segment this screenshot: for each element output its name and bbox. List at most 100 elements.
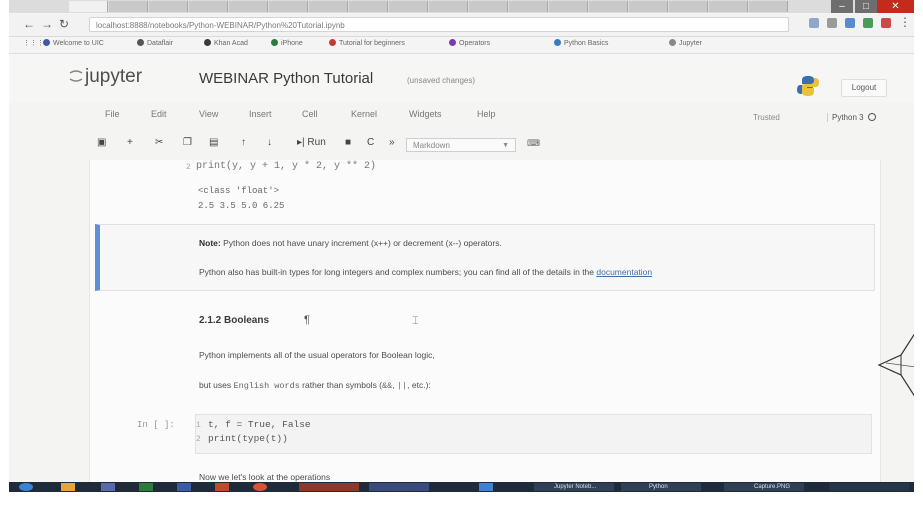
restart-run-all-icon[interactable]: » bbox=[389, 137, 395, 148]
prev-code-line[interactable]: print(y, y + 1, y * 2, y ** 2) bbox=[196, 161, 376, 172]
booleans-heading: 2.1.2 Booleans bbox=[199, 315, 270, 326]
word-icon[interactable] bbox=[177, 483, 191, 491]
move-up-icon[interactable]: ↑ bbox=[241, 137, 246, 148]
explorer-icon[interactable] bbox=[61, 483, 75, 491]
browser-tab[interactable] bbox=[709, 1, 748, 12]
browser-tab[interactable] bbox=[429, 1, 468, 12]
save-icon[interactable]: ▣ bbox=[97, 137, 106, 148]
bottom-margin bbox=[0, 492, 923, 506]
documentation-link[interactable]: documentation bbox=[596, 267, 652, 277]
browser-tab[interactable] bbox=[509, 1, 548, 12]
menu-widgets[interactable]: Widgets bbox=[409, 109, 442, 119]
url-input[interactable]: localhost:8888/notebooks/Python-WEBINAR/… bbox=[89, 17, 789, 32]
minimize-window-button[interactable]: – bbox=[831, 0, 853, 13]
add-cell-icon[interactable]: + bbox=[127, 137, 133, 148]
trusted-indicator[interactable]: Trusted bbox=[753, 113, 780, 122]
powerpoint-icon[interactable] bbox=[215, 483, 229, 491]
taskbar-window[interactable] bbox=[299, 483, 359, 491]
code-line[interactable]: t, f = True, False bbox=[208, 419, 311, 430]
reload-icon[interactable]: ↻ bbox=[59, 17, 69, 31]
menu-edit[interactable]: Edit bbox=[151, 109, 167, 119]
booleans-paragraph-2: but uses English words rather than symbo… bbox=[199, 380, 431, 391]
close-window-button[interactable]: ✕ bbox=[877, 0, 914, 13]
heading-anchor-link[interactable]: ¶ bbox=[304, 314, 310, 326]
menu-insert[interactable]: Insert bbox=[249, 109, 272, 119]
code-line[interactable]: print(type(t)) bbox=[208, 433, 288, 444]
menu-cell[interactable]: Cell bbox=[302, 109, 318, 119]
bookmark-item[interactable]: iPhone bbox=[271, 39, 303, 47]
apps-icon[interactable]: ⋮⋮⋮ bbox=[23, 39, 44, 47]
output-type: <class 'float'> bbox=[198, 186, 280, 196]
browser-tab[interactable] bbox=[189, 1, 228, 12]
maximize-window-button[interactable]: □ bbox=[855, 0, 877, 13]
browser-tab[interactable] bbox=[389, 1, 428, 12]
system-tray[interactable] bbox=[829, 483, 909, 491]
copy-icon[interactable]: ❐ bbox=[183, 137, 192, 148]
extension-icon[interactable] bbox=[827, 18, 837, 28]
cut-icon[interactable]: ✂ bbox=[155, 137, 163, 148]
stop-icon[interactable]: ■ bbox=[345, 137, 351, 148]
logout-button[interactable]: Logout bbox=[841, 79, 887, 97]
bookmark-item[interactable]: Python Basics bbox=[554, 39, 608, 47]
taskbar-app-icon[interactable] bbox=[479, 483, 493, 491]
keyboard-icon[interactable]: ⌨ bbox=[527, 138, 540, 149]
browser-tab[interactable] bbox=[149, 1, 188, 12]
browser-tab-strip: – □ ✕ bbox=[9, 0, 914, 13]
browser-tab[interactable] bbox=[749, 1, 788, 12]
move-down-icon[interactable]: ↓ bbox=[267, 137, 272, 148]
extension-icon[interactable] bbox=[809, 18, 819, 28]
menu-kernel[interactable]: Kernel bbox=[351, 109, 377, 119]
start-button-icon[interactable] bbox=[19, 483, 33, 491]
run-button[interactable]: ▸| Run bbox=[297, 137, 326, 148]
python-logo-icon bbox=[797, 76, 819, 96]
bookmark-item[interactable]: Operators bbox=[449, 39, 490, 47]
browser-tab[interactable] bbox=[309, 1, 348, 12]
para2-mid: rather than symbols ( bbox=[299, 380, 383, 390]
taskbar-app-icon[interactable] bbox=[101, 483, 115, 491]
browser-tab[interactable] bbox=[109, 1, 148, 12]
bookmark-item[interactable]: Welcome to UIC bbox=[43, 39, 104, 47]
notebook-title[interactable]: WEBINAR Python Tutorial bbox=[199, 70, 373, 87]
menu-view[interactable]: View bbox=[199, 109, 218, 119]
note-text: Note: Python does not have unary increme… bbox=[199, 238, 502, 248]
para2-pre: but uses bbox=[199, 380, 234, 390]
bookmark-item[interactable]: Tutorial for beginners bbox=[329, 39, 405, 47]
browser-tab[interactable] bbox=[349, 1, 388, 12]
line-number: 1 bbox=[196, 421, 201, 430]
browser-tab[interactable] bbox=[629, 1, 668, 12]
back-icon[interactable]: ← bbox=[23, 17, 35, 31]
browser-menu-icon[interactable]: ⋮ bbox=[899, 15, 911, 29]
browser-tab[interactable] bbox=[549, 1, 588, 12]
bookmarks-bar: ⋮⋮⋮ Welcome to UIC Dataflair Khan Acad i… bbox=[9, 37, 914, 54]
extension-icon[interactable] bbox=[881, 18, 891, 28]
browser-tab[interactable] bbox=[69, 1, 108, 12]
bookmark-item[interactable]: Khan Acad bbox=[204, 39, 248, 47]
booleans-paragraph: Python implements all of the usual opera… bbox=[199, 350, 435, 360]
browser-tab[interactable] bbox=[229, 1, 268, 12]
chrome-icon[interactable] bbox=[253, 483, 267, 491]
menu-file[interactable]: File bbox=[105, 109, 120, 119]
paste-icon[interactable]: ▤ bbox=[209, 137, 218, 148]
mouse-cursor-icon: ⌶ bbox=[412, 315, 419, 327]
menu-help[interactable]: Help bbox=[477, 109, 496, 119]
forward-icon[interactable]: → bbox=[41, 17, 53, 31]
browser-tab[interactable] bbox=[269, 1, 308, 12]
cell-type-select[interactable]: Markdown ▼ bbox=[406, 138, 516, 152]
extension-icon[interactable] bbox=[845, 18, 855, 28]
bookmark-item[interactable]: Dataflair bbox=[137, 39, 173, 47]
browser-tab[interactable] bbox=[589, 1, 628, 12]
browser-tab[interactable] bbox=[469, 1, 508, 12]
restart-icon[interactable]: C bbox=[367, 137, 374, 148]
projector-glare-artifact bbox=[877, 333, 914, 397]
jupyter-logo-icon bbox=[69, 70, 83, 82]
jupyter-logo[interactable]: jupyter bbox=[85, 66, 142, 88]
selected-markdown-cell[interactable] bbox=[95, 224, 875, 291]
extension-icon[interactable] bbox=[863, 18, 873, 28]
browser-tab[interactable] bbox=[669, 1, 708, 12]
excel-icon[interactable] bbox=[139, 483, 153, 491]
bookmark-item[interactable]: Jupyter bbox=[669, 39, 702, 47]
taskbar-window[interactable] bbox=[369, 483, 429, 491]
kernel-name: Python 3 bbox=[832, 113, 864, 122]
inline-code: English words bbox=[233, 381, 300, 391]
kernel-indicator: Python 3 bbox=[827, 113, 876, 122]
